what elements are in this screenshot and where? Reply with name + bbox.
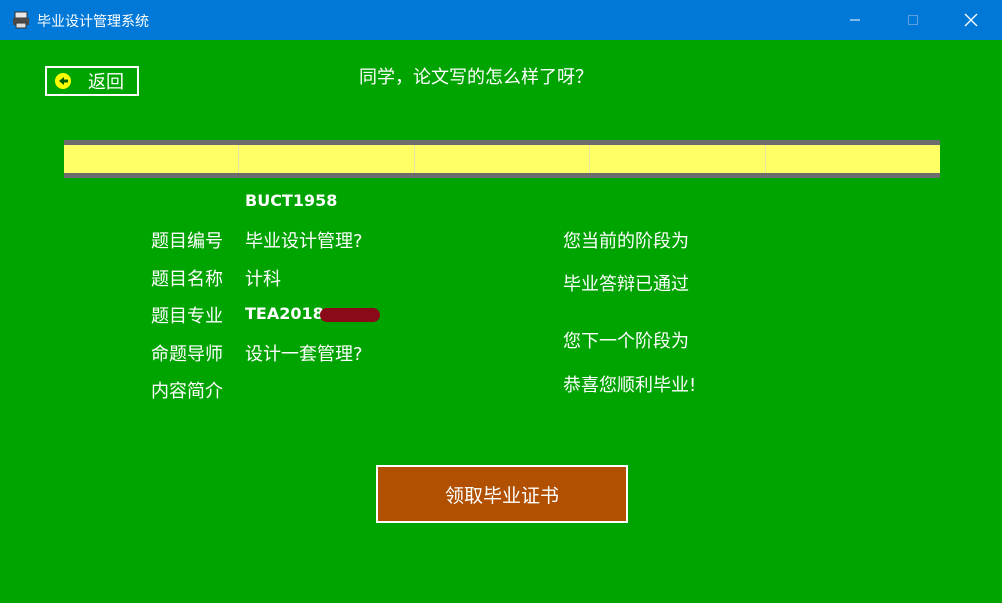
advisor-id-text: TEA2018 bbox=[245, 304, 324, 323]
window-title: 毕业设计管理系统 bbox=[37, 14, 149, 30]
topic-major-value: 计科 bbox=[245, 269, 281, 290]
back-button[interactable]: 返回 bbox=[45, 66, 139, 96]
main-panel: 返回 同学，论文写的怎么样了呀？ BUCT1958 题目编号 题目名称 题目专业… bbox=[1, 40, 1001, 602]
maximize-button[interactable] bbox=[884, 0, 942, 40]
topic-table bbox=[64, 140, 940, 178]
next-stage-value: 恭喜您顺利毕业! bbox=[563, 375, 697, 396]
page-title: 同学，论文写的怎么样了呀？ bbox=[359, 67, 593, 88]
topic-description-label: 内容简介 bbox=[151, 381, 223, 402]
current-stage-label: 您当前的阶段为 bbox=[563, 231, 689, 252]
redaction-mark bbox=[319, 307, 380, 322]
topic-advisor-value: TEA2018 bbox=[245, 304, 380, 323]
current-stage-value: 毕业答辩已通过 bbox=[563, 274, 689, 295]
table-cell bbox=[415, 145, 591, 173]
back-label: 返回 bbox=[88, 72, 124, 93]
topic-name-value: 毕业设计管理? bbox=[245, 231, 363, 252]
topic-major-label: 题目专业 bbox=[151, 306, 223, 327]
topic-advisor-label: 命题导师 bbox=[151, 344, 223, 365]
table-cell bbox=[766, 145, 940, 173]
minimize-icon bbox=[850, 19, 860, 21]
topic-name-label: 题目名称 bbox=[151, 269, 223, 290]
table-cell bbox=[590, 145, 766, 173]
close-button[interactable] bbox=[942, 0, 1000, 40]
topic-description-value: 设计一套管理? bbox=[245, 344, 363, 365]
close-icon bbox=[964, 13, 978, 27]
topic-code-value: BUCT1958 bbox=[245, 191, 338, 210]
next-stage-label: 您下一个阶段为 bbox=[563, 331, 689, 352]
arrow-left-circle-icon bbox=[55, 73, 71, 89]
get-certificate-button[interactable]: 领取毕业证书 bbox=[376, 465, 628, 523]
topic-code-label: 题目编号 bbox=[151, 231, 223, 252]
table-cell bbox=[239, 145, 415, 173]
minimize-button[interactable] bbox=[826, 0, 884, 40]
table-cell bbox=[64, 145, 240, 173]
maximize-icon bbox=[908, 15, 918, 25]
printer-icon bbox=[13, 11, 29, 29]
title-bar: 毕业设计管理系统 bbox=[0, 0, 1002, 40]
